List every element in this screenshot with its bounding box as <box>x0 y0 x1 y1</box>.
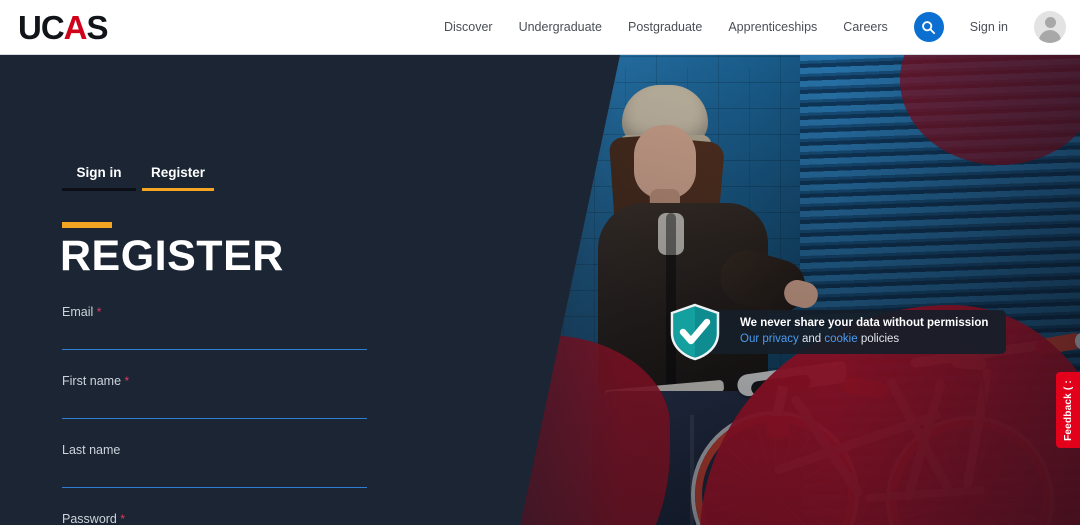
feedback-label: Feedback ( : <box>1062 379 1074 441</box>
field-password: Password * <box>62 512 367 525</box>
privacy-between-text: and <box>798 333 825 345</box>
header-signin-link[interactable]: Sign in <box>970 20 1008 34</box>
label-email: Email * <box>62 305 102 319</box>
label-last-name: Last name <box>62 443 121 457</box>
privacy-notice: We never share your data without permiss… <box>668 303 1007 361</box>
nav-item-discover[interactable]: Discover <box>444 20 493 34</box>
logo-text-uc: UC <box>18 8 65 46</box>
field-first-name: First name * <box>62 374 367 419</box>
tab-register[interactable]: Register <box>142 165 214 191</box>
first-name-input[interactable] <box>62 402 367 419</box>
email-input[interactable] <box>62 333 367 350</box>
field-last-name: Last name <box>62 443 367 488</box>
title-accent-bar <box>62 222 112 228</box>
feedback-smiley-icon: ( : <box>1062 379 1074 390</box>
ucas-logo[interactable]: UC A S <box>18 8 109 46</box>
nav-item-apprenticeships[interactable]: Apprenticeships <box>728 20 817 34</box>
privacy-policy-link[interactable]: Our privacy <box>740 333 799 345</box>
field-email: Email * <box>62 305 367 350</box>
site-header: UC A S Discover Undergraduate Postgraduate… <box>0 0 1080 55</box>
avatar-body-shape <box>1039 30 1061 43</box>
search-button[interactable] <box>913 12 944 42</box>
nav-item-postgraduate[interactable]: Postgraduate <box>628 20 702 34</box>
required-marker-email: * <box>96 305 102 319</box>
privacy-text-box: We never share your data without permiss… <box>706 310 1007 354</box>
required-marker-first-name: * <box>124 374 130 388</box>
tab-sign-in[interactable]: Sign in <box>62 165 136 191</box>
register-panel: Sign in Register REGISTER Email * First … <box>0 110 520 525</box>
nav-item-undergraduate[interactable]: Undergraduate <box>519 20 602 34</box>
label-first-name: First name * <box>62 374 130 388</box>
search-icon <box>922 20 936 34</box>
register-form: Email * First name * Last name Password … <box>62 305 367 525</box>
logo-text-s: S <box>86 8 109 46</box>
nav-item-careers[interactable]: Careers <box>843 20 887 34</box>
avatar-head-shape <box>1044 17 1056 28</box>
main-navigation: Discover Undergraduate Postgraduate Appr… <box>444 11 1066 43</box>
hero-section: Sign in Register REGISTER Email * First … <box>0 55 1080 525</box>
privacy-title: We never share your data without permiss… <box>740 317 989 330</box>
last-name-input[interactable] <box>62 471 367 488</box>
privacy-subtitle: Our privacy and cookie policies <box>740 332 988 348</box>
page-root: UC A S Discover Undergraduate Postgraduate… <box>0 0 1080 525</box>
logo-text-a-red: A <box>63 8 88 46</box>
auth-tabs: Sign in Register <box>62 165 214 191</box>
required-marker-password: * <box>120 512 126 525</box>
feedback-tab[interactable]: Feedback ( : <box>1056 372 1080 448</box>
shield-check-icon <box>670 303 720 361</box>
privacy-suffix-text: policies <box>857 333 900 345</box>
page-title: REGISTER <box>60 232 284 280</box>
label-password: Password * <box>62 512 126 525</box>
user-avatar-icon[interactable] <box>1034 11 1066 43</box>
cookie-policy-link[interactable]: cookie <box>824 333 857 345</box>
